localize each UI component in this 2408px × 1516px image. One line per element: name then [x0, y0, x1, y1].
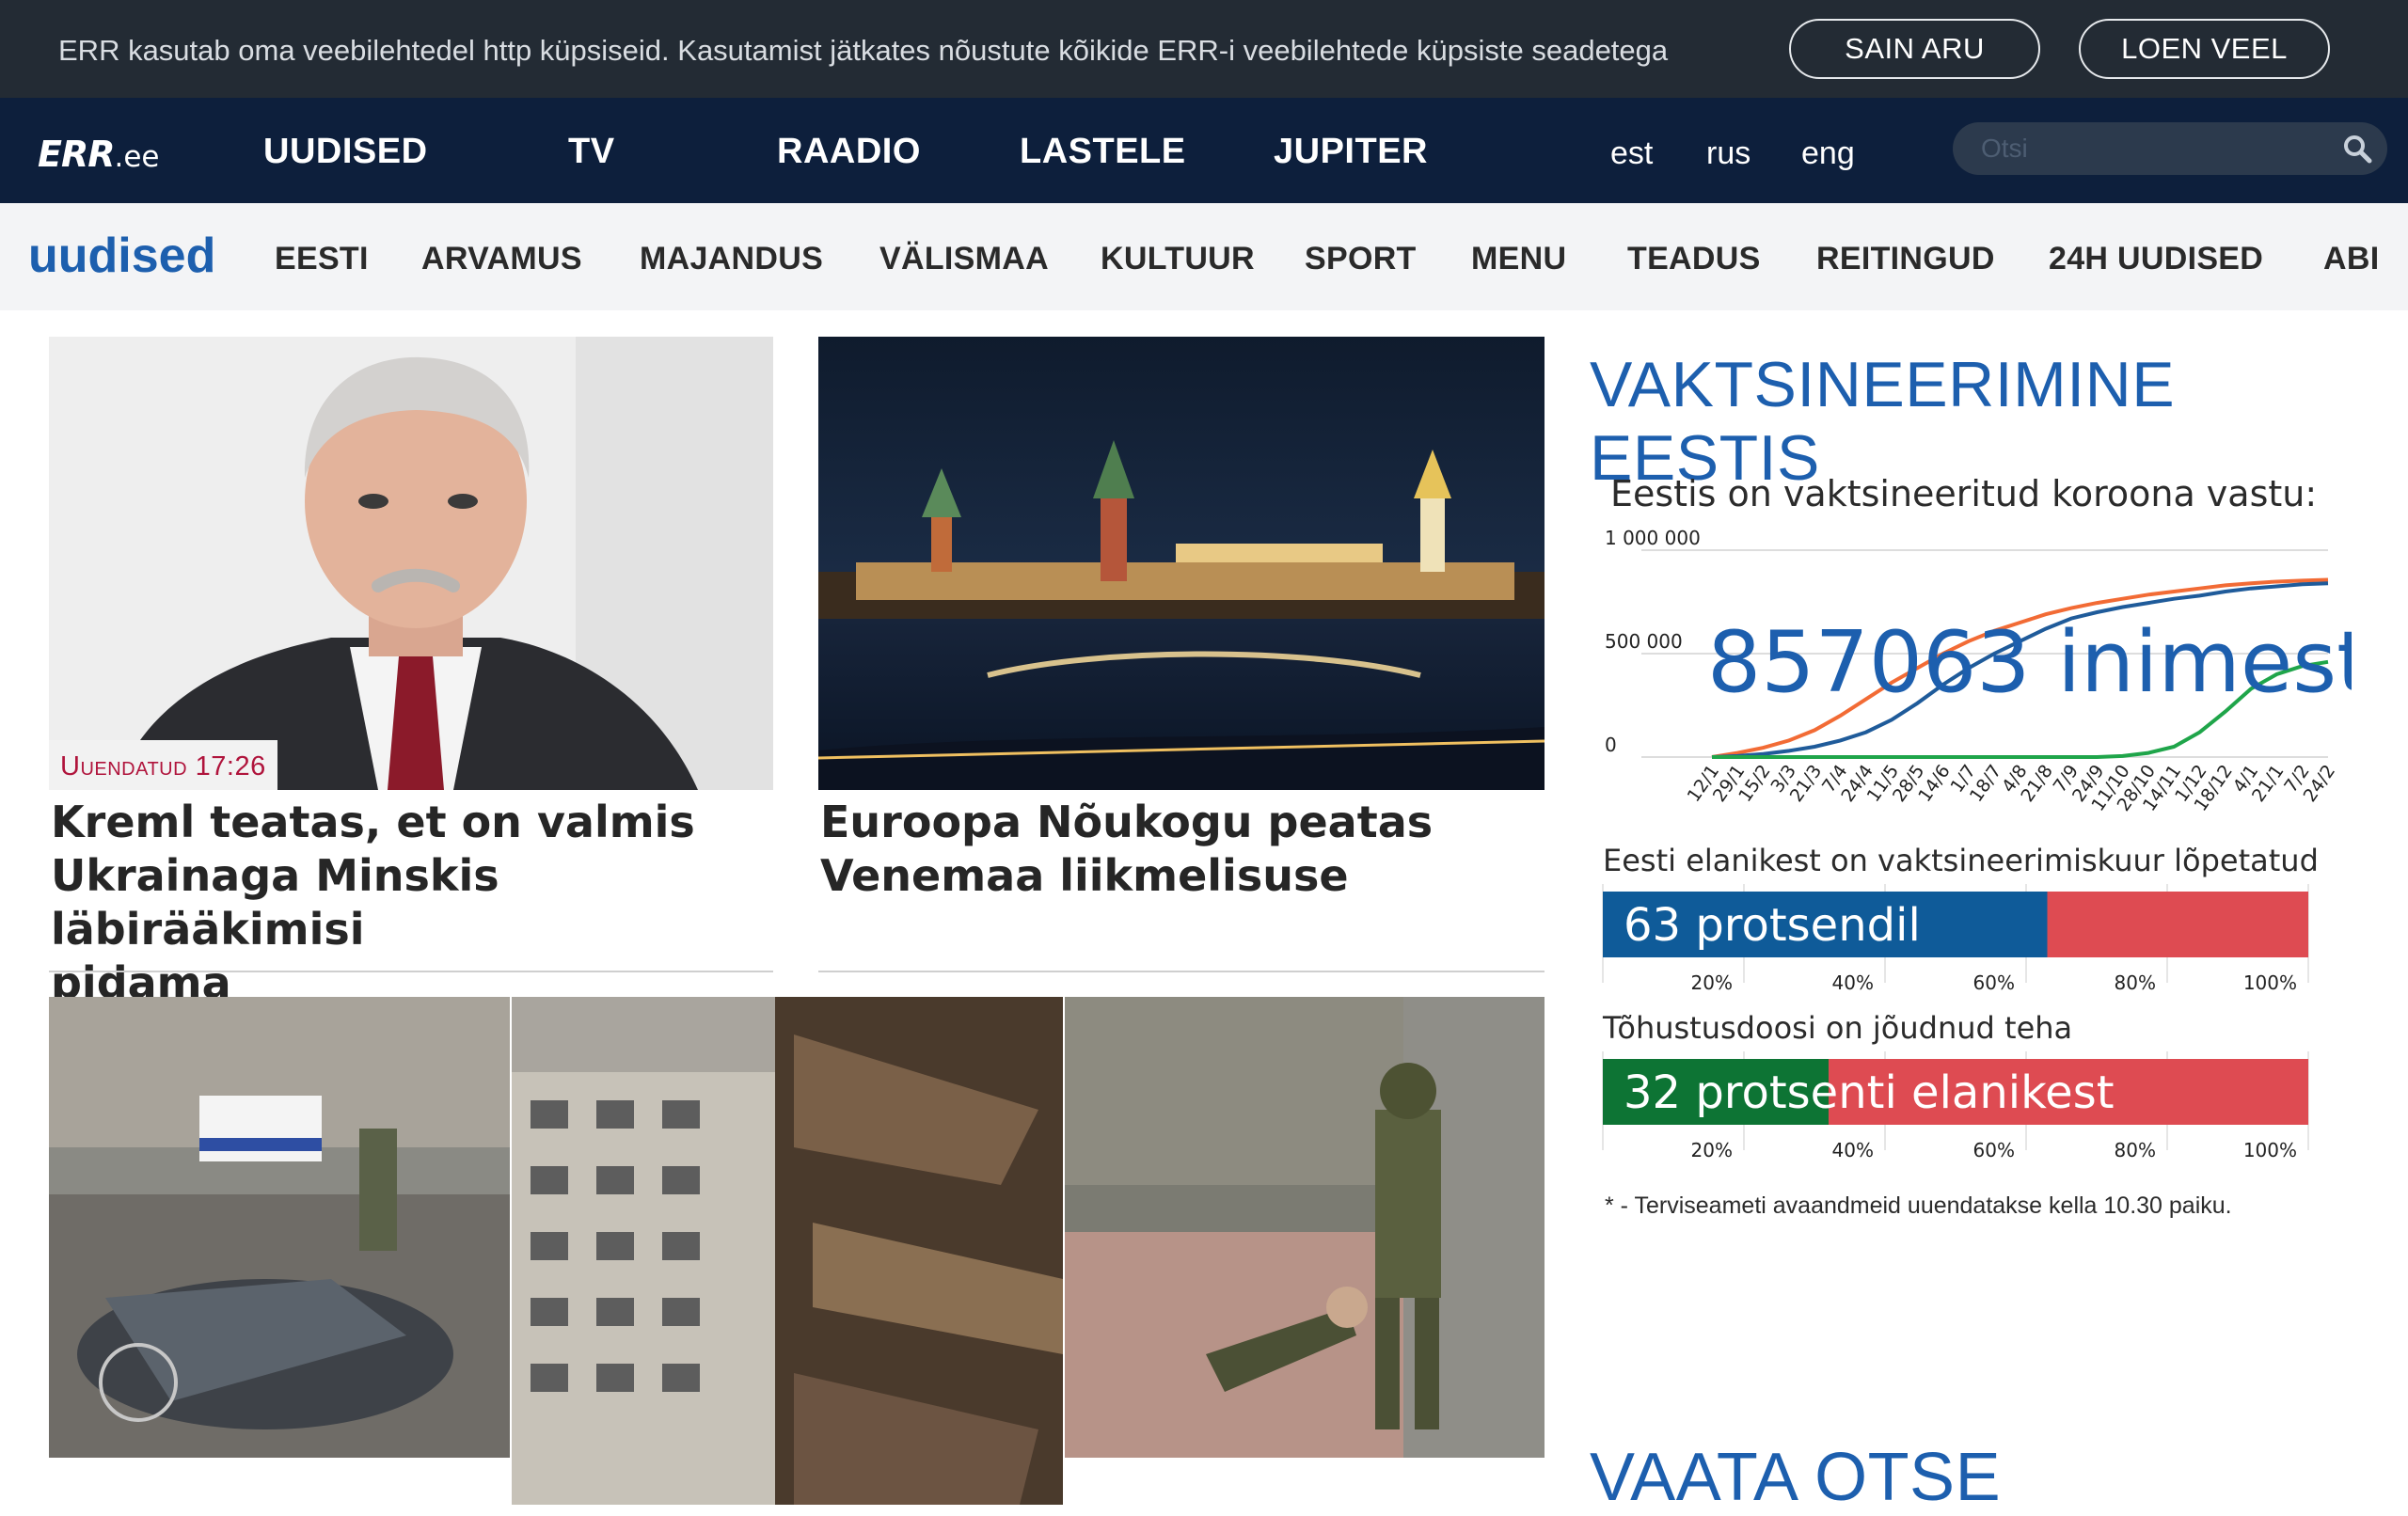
- bar-value-label: 32 protsenti elanikest: [1624, 1066, 2115, 1119]
- article-2-image[interactable]: [818, 337, 1545, 790]
- cookie-accept-button[interactable]: SAIN ARU: [1789, 19, 2040, 79]
- nav-item-lastele[interactable]: LASTELE: [1020, 132, 1186, 172]
- article-2-headline[interactable]: Euroopa Nõukogu peatas Venemaa liikmelis…: [820, 796, 1546, 903]
- bar-tick-label: 20%: [1691, 1139, 1733, 1161]
- section-item-teadus[interactable]: TEADUS: [1627, 241, 1761, 277]
- section-item-majandus[interactable]: MAJANDUS: [640, 241, 823, 277]
- nav-item-jupiter[interactable]: JUPITER: [1274, 132, 1428, 172]
- section-brand[interactable]: uudised: [28, 228, 215, 284]
- lang-rus[interactable]: rus: [1706, 135, 1751, 172]
- headline-line: Ukrainaga Minskis läbirääkimisi: [51, 850, 499, 955]
- damaged-building-photo: [512, 997, 1063, 1505]
- cookie-banner: ERR kasutab oma veebilehtedel http küpsi…: [0, 0, 2408, 98]
- chart-y-ticks: 1 000 000 500 000 0: [1605, 527, 1701, 756]
- err-logo[interactable]: ERR.ee: [38, 134, 159, 175]
- vaccination-subtitle: Eestis on vaktsineeritud koroona vastu:: [1610, 473, 2318, 514]
- bar-tick-label: 40%: [1832, 971, 1874, 994]
- section-item-arvamus[interactable]: ARVAMUS: [421, 241, 582, 277]
- bar-tick-label: 60%: [1973, 971, 2015, 994]
- headline-line: Venemaa liikmelisuse: [820, 850, 1349, 901]
- bar-tick-label: 100%: [2243, 971, 2297, 994]
- search-box: [1953, 122, 2387, 175]
- bar-tick-label: 100%: [2243, 1139, 2297, 1161]
- bar-tick-label: 40%: [1832, 1139, 1874, 1161]
- gallery-image-3[interactable]: [1065, 997, 1545, 1458]
- vaccinated-count: 857063 inimest: [1707, 613, 2352, 712]
- section-item-kultuur[interactable]: KULTUUR: [1101, 241, 1255, 277]
- section-item-menu[interactable]: MENU: [1471, 241, 1566, 277]
- nav-item-raadio[interactable]: RAADIO: [777, 132, 921, 172]
- section-item-valismaa[interactable]: VÄLISMAA: [879, 241, 1049, 277]
- main-navigation: ERR.ee UUDISED TV RAADIO LASTELE JUPITER…: [0, 98, 2408, 203]
- section-item-reitingud[interactable]: REITINGUD: [1816, 241, 1995, 277]
- section-item-eesti[interactable]: EESTI: [275, 241, 369, 277]
- chart-y-tick-label: 0: [1605, 734, 1617, 756]
- search-icon[interactable]: [2342, 134, 2372, 164]
- bar-tick-label: 80%: [2115, 1139, 2156, 1161]
- bar-tick-label: 60%: [1973, 1139, 2015, 1161]
- divider: [49, 971, 773, 972]
- vaccination-line-chart: 1 000 000 500 000 0 12/129/115/23/321/37/4…: [1605, 527, 2352, 815]
- section-navigation: uudised EESTI ARVAMUS MAJANDUS VÄLISMAA …: [0, 203, 2408, 310]
- article-1-headline[interactable]: Kreml teatas, et on valmis Ukrainaga Min…: [51, 796, 775, 1010]
- completed-label: Eesti elanikest on vaktsineerimiskuur lõ…: [1603, 843, 2319, 878]
- lang-eng[interactable]: eng: [1801, 135, 1855, 172]
- section-item-24h-uudised[interactable]: 24H UUDISED: [2049, 241, 2263, 277]
- bar-tick-label: 20%: [1691, 971, 1733, 994]
- portrait-photo: [49, 337, 773, 790]
- booster-label: Tõhustusdoosi on jõudnud teha: [1603, 1010, 2073, 1046]
- wreckage-photo: [49, 997, 510, 1458]
- search-input[interactable]: [1981, 130, 2320, 167]
- chart-y-tick-label: 1 000 000: [1605, 527, 1701, 549]
- lang-est[interactable]: est: [1610, 135, 1653, 172]
- bar-tick-label: 80%: [2115, 971, 2156, 994]
- nav-item-tv[interactable]: TV: [568, 132, 615, 172]
- kremlin-night-photo: [818, 337, 1545, 790]
- nav-item-uudised[interactable]: UUDISED: [263, 132, 428, 172]
- booster-bar-chart: 32 protsenti elanikest 20% 40% 60% 80% 100%: [1602, 1051, 2309, 1161]
- divider: [818, 971, 1545, 972]
- section-item-sport[interactable]: SPORT: [1305, 241, 1417, 277]
- article-1-image[interactable]: Uuendatud 17:26: [49, 337, 773, 790]
- updated-badge: Uuendatud 17:26: [49, 740, 277, 790]
- headline-line: Kreml teatas, et on valmis: [51, 797, 695, 847]
- cookie-read-more-button[interactable]: LOEN VEEL: [2079, 19, 2330, 79]
- gallery-image-2[interactable]: [512, 997, 1063, 1505]
- logo-suffix: .ee: [114, 140, 160, 174]
- soldiers-photo: [1065, 997, 1545, 1458]
- data-update-note: * - Terviseameti avaandmeid uuendatakse …: [1605, 1192, 2232, 1219]
- chart-y-tick-label: 500 000: [1605, 630, 1683, 653]
- gallery-image-1[interactable]: [49, 997, 510, 1458]
- chart-x-ticks: 12/129/115/23/321/37/424/411/528/514/61/…: [1684, 761, 2339, 814]
- completed-bar-chart: 63 protsendil 20% 40% 60% 80% 100%: [1602, 884, 2309, 994]
- logo-text: ERR: [38, 134, 115, 175]
- section-item-abi[interactable]: ABI: [2323, 241, 2379, 277]
- cookie-text: ERR kasutab oma veebilehtedel http küpsi…: [58, 34, 1669, 67]
- bar-value-label: 63 protsendil: [1624, 899, 1921, 952]
- headline-line: Euroopa Nõukogu peatas: [820, 797, 1434, 847]
